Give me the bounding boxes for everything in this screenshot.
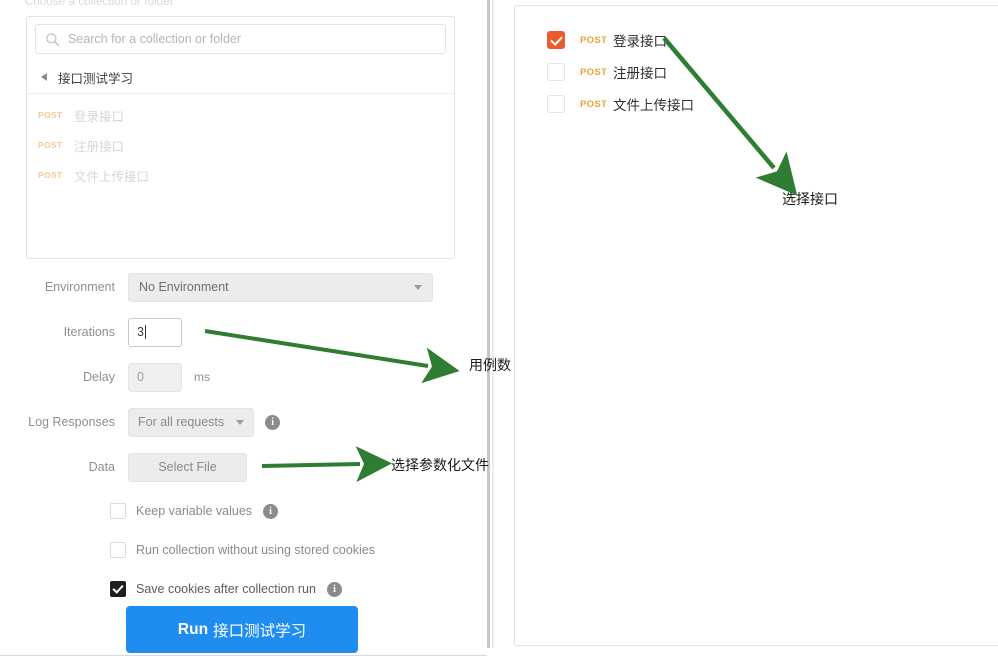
table-row[interactable]: POST 注册接口 — [547, 56, 998, 88]
iterations-value: 3 — [137, 325, 144, 339]
search-icon — [46, 32, 60, 46]
request-name: 登录接口 — [74, 109, 125, 124]
form-row-environment: Environment No Environment — [0, 272, 485, 302]
search-field-wrapper[interactable] — [35, 24, 446, 54]
request-name: 文件上传接口 — [613, 98, 694, 113]
method-badge: POST — [38, 110, 63, 120]
form-row-delay: Delay 0 ms — [0, 362, 485, 392]
folder-name: 接口测试学习 — [58, 71, 134, 86]
run-order-list: POST 登录接口 POST 注册接口 POST 文件上传接口 — [515, 6, 998, 120]
panel-divider[interactable] — [487, 0, 490, 648]
method-badge: POST — [580, 98, 608, 110]
app-root: Choose a collection or folder 接口测试学习 POS… — [0, 0, 998, 662]
environment-label: Environment — [44, 280, 115, 294]
checkbox-label: Save cookies after collection run — [136, 582, 316, 596]
bottom-rule — [0, 655, 487, 656]
table-row[interactable]: POST 文件上传接口 — [547, 88, 998, 120]
iterations-label: Iterations — [63, 325, 115, 339]
run-button-prefix: Run — [177, 620, 209, 638]
chevron-down-icon — [414, 284, 422, 290]
run-button-collection-name: 接口测试学习 — [213, 622, 307, 640]
checkbox-keep-variable-values[interactable] — [110, 503, 126, 519]
choose-collection-label: Choose a collection or folder — [25, 0, 174, 8]
request-name: 文件上传接口 — [74, 169, 150, 184]
panel-divider-shadow — [492, 0, 494, 648]
log-responses-selected-value: For all requests — [138, 415, 225, 429]
checkbox-row-keep-variable-values[interactable]: Keep variable values i — [0, 497, 485, 525]
log-responses-select[interactable]: For all requests — [128, 407, 255, 437]
text-cursor — [144, 325, 146, 339]
select-file-button[interactable]: Select File — [128, 452, 247, 482]
request-name: 注册接口 — [74, 139, 125, 154]
collection-request-list: POST 登录接口 POST 注册接口 POST 文件上传接口 — [27, 94, 454, 190]
method-badge: POST — [580, 34, 608, 46]
delay-unit-label: ms — [194, 370, 210, 384]
caret-left-icon[interactable] — [41, 73, 47, 81]
request-name: 注册接口 — [613, 66, 667, 81]
checkbox-row-save-cookies[interactable]: Save cookies after collection run i — [0, 575, 485, 603]
method-badge: POST — [38, 140, 63, 150]
request-checkbox-upload[interactable] — [547, 95, 565, 113]
table-row[interactable]: POST 登录接口 — [547, 24, 998, 56]
form-row-log-responses: Log Responses For all requests i — [0, 407, 485, 437]
annotation-select-request: 选择接口 — [782, 191, 838, 207]
delay-input[interactable]: 0 — [128, 362, 182, 392]
checkbox-row-no-stored-cookies[interactable]: Run collection without using stored cook… — [0, 536, 485, 564]
run-order-panel: POST 登录接口 POST 注册接口 POST 文件上传接口 — [514, 5, 998, 646]
info-icon[interactable]: i — [326, 581, 342, 597]
info-icon[interactable]: i — [263, 503, 279, 519]
delay-label: Delay — [83, 370, 115, 384]
collection-picker-box: 接口测试学习 POST 登录接口 POST 注册接口 POST 文件上传接口 — [26, 16, 455, 259]
method-badge: POST — [38, 170, 63, 180]
search-input[interactable] — [68, 32, 445, 46]
method-badge: POST — [580, 66, 608, 78]
checkbox-label: Keep variable values — [136, 504, 253, 518]
delay-value: 0 — [137, 370, 144, 384]
annotation-data-file: 选择参数化文件 — [391, 457, 489, 473]
checkbox-label: Run collection without using stored cook… — [136, 543, 376, 557]
form-row-iterations: Iterations 3 — [0, 317, 485, 347]
annotation-iterations: 用例数 — [469, 357, 511, 373]
runner-settings-form: Environment No Environment Iterations 3 — [0, 272, 485, 614]
list-item[interactable]: POST 登录接口 — [27, 100, 454, 130]
folder-row-collection[interactable]: 接口测试学习 — [27, 61, 454, 94]
iterations-input[interactable]: 3 — [128, 317, 182, 347]
checkbox-save-cookies[interactable] — [110, 581, 126, 597]
environment-select[interactable]: No Environment — [128, 272, 433, 302]
list-item[interactable]: POST 注册接口 — [27, 130, 454, 160]
list-item[interactable]: POST 文件上传接口 — [27, 160, 454, 190]
run-collection-button[interactable]: Run 接口测试学习 — [126, 606, 358, 653]
chevron-down-icon — [236, 419, 245, 425]
log-responses-label: Log Responses — [28, 415, 115, 429]
select-file-label: Select File — [158, 460, 217, 474]
environment-selected-value: No Environment — [139, 280, 229, 294]
checkbox-no-stored-cookies[interactable] — [110, 542, 126, 558]
info-icon[interactable]: i — [265, 414, 281, 430]
request-name: 登录接口 — [613, 34, 667, 49]
data-label: Data — [88, 460, 115, 474]
request-checkbox-register[interactable] — [547, 63, 565, 81]
collection-runner-left-panel: Choose a collection or folder 接口测试学习 POS… — [0, 0, 485, 662]
request-checkbox-login[interactable] — [547, 31, 565, 49]
